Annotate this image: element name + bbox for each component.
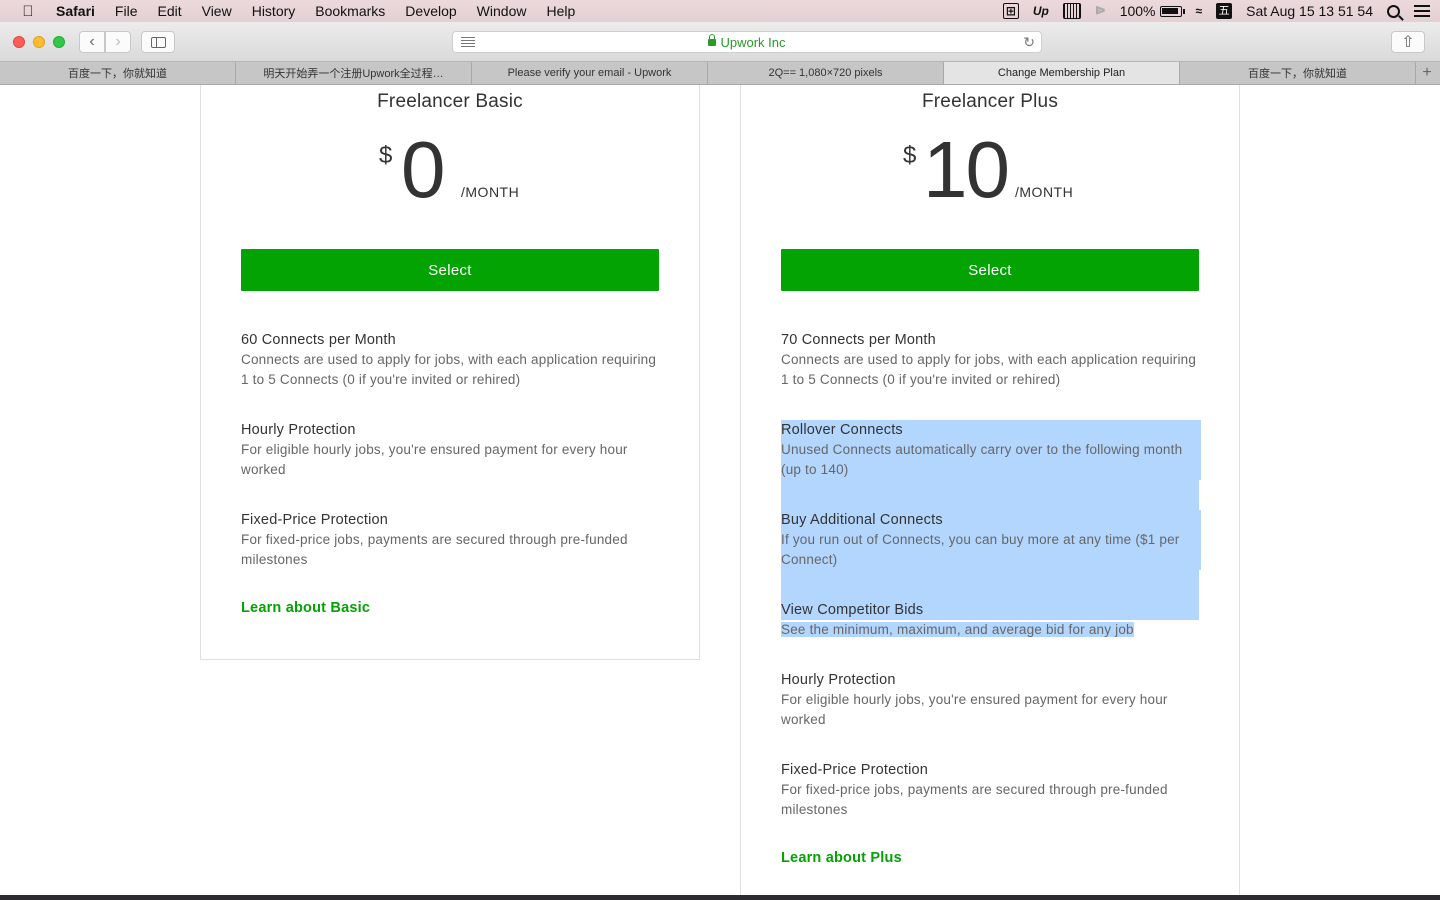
minimize-window-button[interactable] — [33, 36, 45, 48]
battery-percent: 100% — [1119, 3, 1156, 19]
feature-title: Hourly Protection — [781, 672, 896, 688]
tab-image[interactable]: 2Q== 1,080×720 pixels — [708, 62, 944, 84]
close-window-button[interactable] — [13, 36, 25, 48]
price-period: /MONTH — [461, 184, 520, 200]
battery-icon — [1159, 5, 1185, 17]
back-button[interactable]: ‹ — [79, 31, 105, 53]
spotlight-search-icon[interactable] — [1387, 4, 1400, 18]
price-period: /MONTH — [1015, 184, 1074, 200]
screen:  Safari File Edit View History Bookmark… — [0, 0, 1440, 900]
tab-verify-email[interactable]: Please verify your email - Upwork — [472, 62, 708, 84]
share-icon: ⇧ — [1401, 34, 1415, 51]
grid-app-icon[interactable]: ⊞ — [1002, 3, 1019, 19]
feature-description: For eligible hourly jobs, you're ensured… — [781, 692, 1168, 727]
upwork-icon[interactable]: Up — [1033, 3, 1049, 19]
feature-title: Hourly Protection — [241, 422, 356, 438]
tab-bar: 百度一下，你就知道 明天开始弄一个注册Upwork全过程… Please ver… — [0, 62, 1440, 85]
forward-button[interactable]: › — [105, 31, 131, 53]
feature-title: 70 Connects per Month — [781, 332, 936, 348]
page-content: Freelancer Basic $ 0 /MONTH Select 60 Co… — [0, 85, 1440, 895]
menu-edit[interactable]: Edit — [147, 3, 191, 19]
chevron-right-icon: › — [115, 33, 121, 50]
feature-item: Fixed-Price Protection For fixed-price j… — [241, 510, 661, 570]
plan-price: $ 0 /MONTH — [379, 124, 539, 214]
learn-about-basic-link[interactable]: Learn about Basic — [241, 600, 370, 616]
tab-baidu-2[interactable]: 百度一下，你就知道 — [1180, 62, 1416, 84]
menu-view[interactable]: View — [192, 3, 242, 19]
feature-description: Connects are used to apply for jobs, wit… — [241, 352, 657, 387]
feature-title: 60 Connects per Month — [241, 332, 396, 348]
plan-card-plus: Freelancer Plus $ 10 /MONTH Select 70 Co… — [740, 85, 1240, 895]
feature-item: Hourly Protection For eligible hourly jo… — [241, 420, 661, 480]
price-currency: $ — [903, 142, 917, 169]
select-basic-button[interactable]: Select — [241, 249, 659, 291]
chevron-left-icon: ‹ — [89, 33, 95, 50]
feature-title: Buy Additional Connects — [781, 510, 1201, 530]
tab-change-membership[interactable]: Change Membership Plan — [944, 62, 1180, 84]
input-method-icon[interactable]: 五 — [1216, 3, 1233, 19]
menu-history[interactable]: History — [242, 3, 306, 19]
plus-icon: + — [1422, 64, 1432, 81]
tab-upwork-register[interactable]: 明天开始弄一个注册Upwork全过程… — [236, 62, 472, 84]
menu-help[interactable]: Help — [536, 3, 585, 19]
plan-title: Freelancer Plus — [921, 91, 1059, 112]
fullscreen-window-button[interactable] — [53, 36, 65, 48]
plan-title: Freelancer Basic — [377, 91, 523, 112]
feature-item: Fixed-Price Protection For fixed-price j… — [781, 760, 1201, 820]
menu-bar:  Safari File Edit View History Bookmark… — [0, 0, 1440, 22]
feature-item: 60 Connects per Month Connects are used … — [241, 330, 661, 390]
feature-item: View Competitor Bids See the minimum, ma… — [781, 600, 1201, 640]
price-amount: 10 — [923, 125, 1010, 214]
clock[interactable]: Sat Aug 15 13 51 54 — [1246, 3, 1373, 19]
window-bottom-edge — [0, 895, 1440, 900]
feature-item: Hourly Protection For eligible hourly jo… — [781, 670, 1201, 730]
reload-icon[interactable]: ↻ — [1023, 34, 1035, 51]
menu-app-safari[interactable]: Safari — [56, 3, 105, 19]
menu-window[interactable]: Window — [467, 3, 537, 19]
browser-toolbar: ‹ › Upwork Inc ↻ ⇧ — [0, 22, 1440, 62]
menu-file[interactable]: File — [105, 3, 148, 19]
menu-bookmarks[interactable]: Bookmarks — [305, 3, 395, 19]
learn-about-plus-link[interactable]: Learn about Plus — [781, 850, 902, 866]
select-plus-button[interactable]: Select — [781, 249, 1199, 291]
feature-title: Rollover Connects — [781, 420, 1201, 440]
lock-icon — [708, 33, 717, 46]
new-tab-button[interactable]: + — [1416, 62, 1438, 84]
price-amount: 0 — [401, 125, 445, 214]
feature-title: Fixed-Price Protection — [241, 512, 389, 528]
sidebar-toggle-button[interactable] — [141, 31, 175, 53]
feature-description: See the minimum, maximum, and average bi… — [781, 622, 1134, 637]
feature-item: Buy Additional Connects If you run out o… — [781, 510, 1201, 570]
address-bar[interactable]: Upwork Inc ↻ — [452, 31, 1042, 53]
feature-description: For fixed-price jobs, payments are secur… — [781, 782, 1168, 817]
apple-menu-icon[interactable]:  — [0, 3, 56, 20]
feature-description: For eligible hourly jobs, you're ensured… — [241, 442, 628, 477]
url-text: Upwork Inc — [720, 34, 786, 50]
feature-item: Rollover Connects Unused Connects automa… — [781, 420, 1201, 480]
feature-title: Fixed-Price Protection — [781, 762, 929, 778]
feature-title: View Competitor Bids — [781, 600, 1199, 620]
tab-baidu-1[interactable]: 百度一下，你就知道 — [0, 62, 236, 84]
feature-item: 70 Connects per Month Connects are used … — [781, 330, 1201, 390]
feature-description: Unused Connects automatically carry over… — [781, 440, 1201, 480]
notification-center-icon[interactable] — [1414, 5, 1430, 17]
keyboard-icon[interactable] — [1062, 3, 1081, 19]
battery-status[interactable]: 100% — [1119, 3, 1185, 19]
plan-price: $ 10 /MONTH — [903, 124, 1103, 214]
reader-mode-icon[interactable] — [461, 37, 475, 47]
menu-develop[interactable]: Develop — [395, 3, 466, 19]
feature-description: Connects are used to apply for jobs, wit… — [781, 352, 1197, 387]
wifi-icon[interactable]: ≈ — [1196, 3, 1203, 19]
status-area: ⊞ Up ᐉ 100% ≈ 五 Sat Aug 15 13 51 54 — [1002, 0, 1430, 22]
feature-description: If you run out of Connects, you can buy … — [781, 530, 1201, 570]
share-button[interactable]: ⇧ — [1391, 31, 1425, 53]
plan-card-basic: Freelancer Basic $ 0 /MONTH Select 60 Co… — [200, 85, 700, 660]
sidebar-icon — [150, 36, 166, 48]
feature-description: For fixed-price jobs, payments are secur… — [241, 532, 628, 567]
bluetooth-icon[interactable]: ᐉ — [1095, 3, 1106, 19]
price-currency: $ — [379, 142, 393, 169]
